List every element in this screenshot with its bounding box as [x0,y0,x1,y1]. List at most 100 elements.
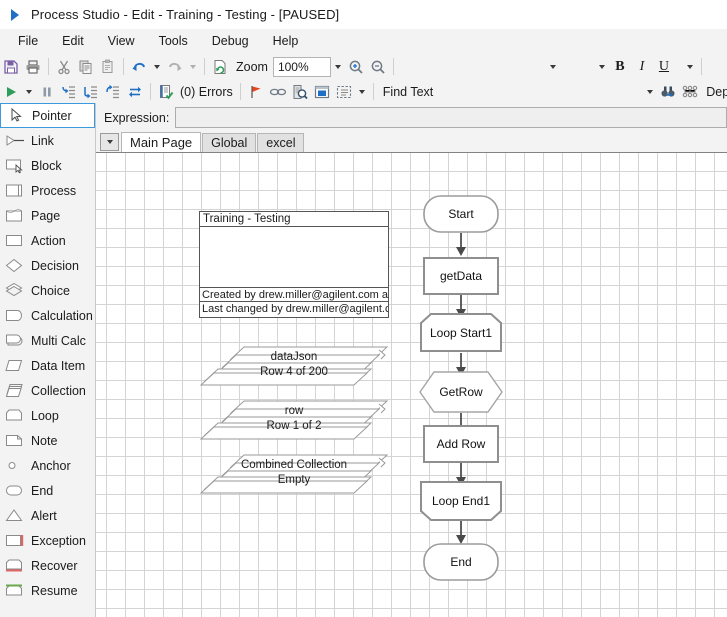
find-text-input[interactable] [438,82,643,102]
redo-dropdown-button[interactable] [186,56,200,78]
toolbox-label: Link [31,134,54,148]
cut-button[interactable] [53,56,75,78]
toolbox-item-process[interactable]: Process [0,178,95,203]
toolbox-label: End [31,484,53,498]
paste-button[interactable] [97,56,119,78]
menu-help[interactable]: Help [261,31,311,51]
flow-node-end[interactable]: End [423,543,499,581]
note-shape[interactable]: Training - Testing Created by drew.mille… [199,211,389,318]
toolbox-item-resume[interactable]: Resume [0,578,95,603]
refresh-page-button[interactable] [209,56,231,78]
menu-view[interactable]: View [96,31,147,51]
toolbox-item-exception[interactable]: Exception [0,528,95,553]
inspect-button[interactable] [289,81,311,103]
italic-button[interactable]: I [631,56,653,78]
tab-main-page[interactable]: Main Page [121,132,201,152]
collection-shape-datajson[interactable]: dataJson Row 4 of 200 [199,345,389,391]
underline-button[interactable]: U [653,56,675,78]
bold-button[interactable]: B [609,56,631,78]
save-button[interactable] [0,56,22,78]
step-over-button[interactable] [80,81,102,103]
find-text-dropdown-button[interactable] [643,81,657,103]
font-family-dropdown-button[interactable] [546,56,560,78]
cursor-pointer-icon [6,107,28,124]
collection-shape-row[interactable]: row Row 1 of 2 [199,399,389,445]
run-dropdown-button[interactable] [22,81,36,103]
chevron-down-icon [647,90,653,94]
toolbox-item-choice[interactable]: Choice [0,278,95,303]
toolbox-item-loop[interactable]: Loop [0,403,95,428]
flow-node-getrow[interactable]: GetRow [419,371,503,413]
font-color-dropdown-button[interactable] [683,56,697,78]
select-region-button[interactable] [333,81,355,103]
diagram-canvas-wrapper[interactable]: Training - Testing Created by drew.mille… [96,152,727,617]
collection-shape-combined[interactable]: Combined Collection Empty [199,453,389,499]
toolbox-item-data-item[interactable]: Data Item [0,353,95,378]
run-button[interactable] [0,81,22,103]
copy-button[interactable] [75,56,97,78]
diagram-canvas[interactable]: Training - Testing Created by drew.mille… [96,153,727,617]
tab-global[interactable]: Global [202,133,256,152]
flow-node-loop-end1[interactable]: Loop End1 [419,481,503,521]
reset-button[interactable] [124,81,146,103]
toolbox-item-alert[interactable]: Alert [0,503,95,528]
menu-edit[interactable]: Edit [50,31,96,51]
collection-name: dataJson [199,351,389,363]
toolbox-item-link[interactable]: Link [0,128,95,153]
step-out-button[interactable] [102,81,124,103]
binoculars-button[interactable] [657,81,679,103]
tab-excel[interactable]: excel [257,133,304,152]
print-button[interactable] [22,56,44,78]
toolbox-item-decision[interactable]: Decision [0,253,95,278]
menu-file[interactable]: File [6,31,50,51]
zoom-out-button[interactable] [367,56,389,78]
toolbox-label: Block [31,159,62,173]
zoom-dropdown-button[interactable] [331,56,345,78]
zoom-in-button[interactable] [345,56,367,78]
toolbox-item-pointer[interactable]: Pointer [0,103,95,128]
flow-node-add-row[interactable]: Add Row [423,425,499,463]
toolbox-item-anchor[interactable]: Anchor [0,453,95,478]
toolbox-item-calculation[interactable]: Calculation [0,303,95,328]
toolbox-label: Recover [31,559,78,573]
step-into-button[interactable] [58,81,80,103]
alert-triangle-icon [5,507,27,524]
underline-label: U [659,59,669,75]
end-icon [5,482,27,499]
font-size-combo[interactable] [560,57,595,77]
toolbox-item-end[interactable]: End [0,478,95,503]
toolbox-item-note[interactable]: Note [0,428,95,453]
chevron-down-icon [154,65,160,69]
font-size-dropdown-button[interactable] [595,56,609,78]
dependencies-button[interactable] [679,81,701,103]
toolbox-item-page[interactable]: Page [0,203,95,228]
dependencies-label[interactable]: Dependencies [701,85,727,99]
flow-node-getdata[interactable]: getData [423,257,499,295]
toolbox-item-block[interactable]: Block [0,153,95,178]
toolbox-item-action[interactable]: Action [0,228,95,253]
breakpoint-button[interactable] [245,81,267,103]
collection-status: Row 4 of 200 [199,366,389,378]
redo-button[interactable] [164,56,186,78]
select-dropdown-button[interactable] [355,81,369,103]
font-family-combo[interactable] [398,57,546,77]
menu-tools[interactable]: Tools [147,31,200,51]
flow-connector[interactable] [453,233,469,259]
expression-input[interactable] [175,107,727,128]
validate-button[interactable] [155,81,177,103]
toolbox-item-collection[interactable]: Collection [0,378,95,403]
link-chain-button[interactable] [267,81,289,103]
errors-label[interactable]: (0) Errors [177,85,236,99]
flow-node-loop-start1[interactable]: Loop Start1 [419,313,503,353]
undo-dropdown-button[interactable] [150,56,164,78]
flow-node-start[interactable]: Start [423,195,499,233]
toolbar-separator [204,58,205,75]
undo-button[interactable] [128,56,150,78]
toolbox-item-recover[interactable]: Recover [0,553,95,578]
tab-list-dropdown-button[interactable] [100,133,119,151]
zoom-combo[interactable]: 100% [273,57,331,77]
pause-button[interactable] [36,81,58,103]
menu-debug[interactable]: Debug [200,31,261,51]
toolbox-item-multi-calc[interactable]: Multi Calc [0,328,95,353]
panel-layout-button[interactable] [311,81,333,103]
